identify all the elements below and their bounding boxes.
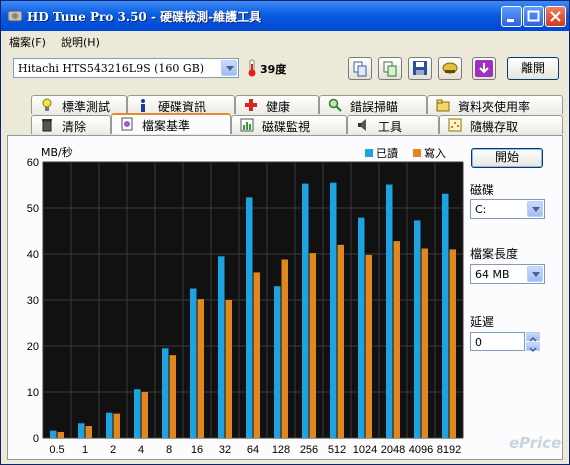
bar-write bbox=[365, 254, 372, 438]
bar-write bbox=[141, 392, 148, 438]
y-tick-label: 0 bbox=[33, 433, 39, 445]
benchmark-chart: 0 10 20 30 40 50 60 0.5 1 2 4 8 16 32 64 128 256 512 1024 2… bbox=[27, 145, 464, 456]
delay-input[interactable]: 0 bbox=[470, 332, 525, 351]
x-tick-label: 2 bbox=[110, 444, 116, 456]
file-length-label: 檔案長度 bbox=[470, 247, 519, 261]
legend-label-read: 已讀 bbox=[376, 146, 398, 160]
disk-select-value: C: bbox=[475, 203, 487, 216]
bar-read bbox=[358, 217, 365, 438]
bar-write bbox=[393, 241, 400, 438]
x-tick-label: 1024 bbox=[353, 444, 377, 456]
bar-read bbox=[106, 412, 113, 438]
main-window: HD Tune Pro 3.50 - 硬碟檢測-維護工具 檔案(F) 說明(H)… bbox=[0, 0, 570, 465]
bar-read bbox=[246, 197, 253, 438]
y-axis-label: MB/秒 bbox=[41, 145, 73, 159]
x-tick-label: 32 bbox=[219, 444, 231, 456]
file-length-value: 64 MB bbox=[475, 268, 510, 281]
bar-read bbox=[442, 193, 449, 438]
delay-label: 延遲 bbox=[470, 315, 495, 329]
bar-read bbox=[274, 286, 281, 438]
delay-value: 0 bbox=[475, 336, 482, 349]
bar-write bbox=[421, 248, 428, 438]
watermark-logo: ePrice bbox=[509, 434, 562, 452]
bar-write bbox=[253, 272, 260, 438]
bar-read bbox=[162, 348, 169, 438]
chevron-down-icon bbox=[529, 347, 537, 353]
y-tick-label: 40 bbox=[27, 249, 39, 261]
bar-read bbox=[302, 183, 309, 438]
x-tick-label: 1 bbox=[82, 444, 88, 456]
bar-write bbox=[449, 249, 456, 438]
bar-write bbox=[85, 426, 92, 438]
y-tick-label: 50 bbox=[27, 203, 39, 215]
x-tick-label: 256 bbox=[300, 444, 318, 456]
bar-write bbox=[57, 432, 64, 438]
start-button[interactable]: 開始 bbox=[471, 148, 543, 168]
x-tick-label: 4096 bbox=[409, 444, 433, 456]
y-tick-label: 10 bbox=[27, 387, 39, 399]
bar-write bbox=[225, 300, 232, 438]
bar-write bbox=[169, 355, 176, 438]
bar-write bbox=[309, 253, 316, 438]
y-tick-label: 30 bbox=[27, 295, 39, 307]
y-tick-label: 20 bbox=[27, 341, 39, 353]
x-tick-label: 16 bbox=[191, 444, 203, 456]
bar-write bbox=[197, 299, 204, 438]
x-tick-label: 4 bbox=[138, 444, 144, 456]
x-tick-label: 8 bbox=[166, 444, 172, 456]
bar-read bbox=[134, 389, 141, 438]
y-tick-label: 60 bbox=[27, 157, 39, 169]
bar-read bbox=[190, 288, 197, 438]
bar-write bbox=[337, 244, 344, 438]
x-tick-label: 128 bbox=[272, 444, 290, 456]
x-tick-label: 64 bbox=[247, 444, 259, 456]
bar-read bbox=[330, 182, 337, 438]
legend-swatch-read bbox=[365, 149, 373, 157]
legend-label-write: 寫入 bbox=[424, 146, 446, 160]
chevron-down-icon[interactable] bbox=[527, 201, 543, 217]
disk-select[interactable]: C: bbox=[470, 199, 545, 219]
x-tick-label: 512 bbox=[328, 444, 346, 456]
bar-read bbox=[414, 220, 421, 438]
bar-read bbox=[386, 184, 393, 438]
bar-write bbox=[281, 259, 288, 438]
x-tick-label: 2048 bbox=[381, 444, 405, 456]
spin-up-button[interactable] bbox=[526, 332, 540, 342]
bar-read bbox=[218, 256, 225, 438]
chevron-down-icon[interactable] bbox=[527, 266, 543, 282]
legend-swatch-write bbox=[413, 149, 421, 157]
disk-label: 磁碟 bbox=[470, 183, 495, 197]
x-tick-label: 8192 bbox=[437, 444, 461, 456]
bar-read bbox=[50, 430, 57, 438]
x-tick-label: 0.5 bbox=[49, 444, 64, 456]
file-length-select[interactable]: 64 MB bbox=[470, 264, 545, 284]
bar-write bbox=[113, 413, 120, 438]
bar-read bbox=[78, 423, 85, 438]
spin-down-button[interactable] bbox=[526, 342, 540, 353]
